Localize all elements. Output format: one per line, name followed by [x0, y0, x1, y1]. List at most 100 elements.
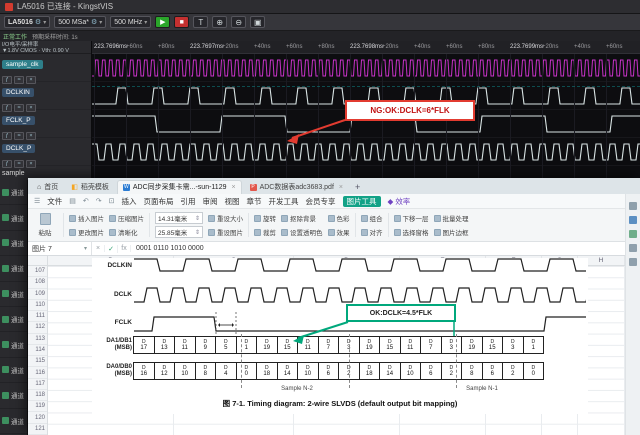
row-header[interactable]: 116 [28, 367, 47, 379]
row-header[interactable]: 108 [28, 277, 47, 289]
tab-home[interactable]: ⌂ 首页 [32, 181, 63, 194]
function-icon[interactable]: ƒ [2, 160, 12, 168]
clear-icon[interactable]: × [26, 76, 36, 84]
sidebar-icon[interactable] [629, 258, 637, 266]
row-header[interactable]: 119 [28, 401, 47, 413]
ribbon-button[interactable]: 下移一层 [393, 212, 429, 225]
name-box[interactable]: 图片 7 ▾ [28, 242, 92, 255]
size-field[interactable]: 14.31毫米 ⇕ [155, 212, 203, 224]
ribbon-button[interactable]: 重设大小 [208, 212, 243, 225]
trigger-button[interactable]: T [193, 16, 209, 28]
row-header[interactable]: 109 [28, 289, 47, 300]
menu-file[interactable]: 文件 [47, 196, 62, 207]
channel-label[interactable]: FCLK_P [2, 116, 35, 125]
channel-strip-item[interactable]: 通道 [0, 409, 27, 434]
waveform-icon[interactable]: ≈ [14, 76, 24, 84]
ribbon-button[interactable]: 色彩 [327, 212, 350, 225]
waveform-area[interactable]: NG:OK:DCLK=6*FLK [92, 54, 640, 180]
start-capture-button[interactable]: ▶ [155, 16, 171, 28]
document-tab[interactable]: P ADC数据表adc3683.pdf × [245, 181, 348, 194]
zoom-fit-button[interactable]: ▣ [250, 16, 266, 28]
ribbon-button[interactable]: 设置透明色 [281, 226, 323, 239]
channel-strip-item[interactable]: 通道 [0, 180, 27, 206]
ribbon-button[interactable]: 选择窗格 [393, 226, 429, 239]
ribbon-button[interactable]: 裁剪 [254, 226, 276, 239]
menu-item[interactable]: 插入 [122, 196, 137, 207]
ribbon-button[interactable]: 抠除背景 [281, 212, 323, 225]
redo-icon[interactable]: ↷ [96, 197, 102, 205]
function-icon[interactable]: ƒ [2, 76, 12, 84]
channel-label[interactable]: DCLK_P [2, 144, 36, 153]
waveform-icon[interactable]: ≈ [14, 160, 24, 168]
sidebar-icon[interactable] [629, 230, 637, 238]
ribbon-button[interactable]: 旋转 [254, 212, 276, 225]
channel-strip-item[interactable]: 通道 [0, 383, 27, 409]
sidebar-icon[interactable] [629, 216, 637, 224]
row-header[interactable]: 117 [28, 379, 47, 390]
sheet-area[interactable]: BCDEFGH 10710810911011111211311411511611… [28, 256, 640, 435]
row-header[interactable]: 111 [28, 311, 47, 323]
time-ruler[interactable]: 223.7696ms +60ns +80ns 223.7697ms +20ns +40ns… [92, 41, 640, 54]
menu-item[interactable]: 页面布局 [144, 196, 174, 207]
row-header[interactable]: 113 [28, 334, 47, 345]
row-header[interactable]: 114 [28, 345, 47, 357]
size-field[interactable]: 25.85毫米 ⇕ [155, 226, 203, 238]
stop-capture-button[interactable]: ■ [174, 16, 190, 28]
channel-strip-item[interactable]: 通道 [0, 256, 27, 282]
ribbon-button[interactable]: 效果 [327, 226, 350, 239]
formula-content[interactable]: 0001 0110 1010 0000 [131, 245, 209, 252]
menu-item[interactable]: 会员专享 [306, 196, 336, 207]
channel-strip-item[interactable]: 通道 [0, 205, 27, 231]
la-titlebar[interactable]: LA5016 已连接 - KingstVIS [0, 0, 640, 14]
row-header[interactable]: 112 [28, 322, 47, 334]
sample-rate-select[interactable]: 500 MSa* ⚙ ▾ [54, 16, 107, 28]
paste-button[interactable]: 粘贴 [32, 211, 58, 239]
save-icon[interactable]: ▤ [69, 197, 76, 205]
row-header[interactable]: 110 [28, 300, 47, 312]
function-icon[interactable]: ƒ [2, 132, 12, 140]
row-header[interactable]: 118 [28, 390, 47, 402]
row-header[interactable]: 115 [28, 356, 47, 368]
channel-strip-item[interactable]: 通道 [0, 282, 27, 307]
ribbon-button[interactable]: 对齐 [360, 226, 383, 239]
channel-strip-item[interactable]: 通道 [0, 358, 27, 384]
ribbon-button[interactable]: 压缩图片 [109, 212, 144, 225]
ribbon-button[interactable]: 更改图片 [69, 226, 104, 239]
ribbon-button[interactable]: 清晰化 [109, 226, 144, 239]
row-header[interactable]: 107 [28, 266, 47, 278]
close-icon[interactable]: × [339, 184, 343, 191]
menu-item[interactable]: 视图 [225, 196, 240, 207]
device-select[interactable]: LA5016 ⚙ ▾ [4, 16, 51, 28]
select-all-corner[interactable] [28, 256, 48, 265]
ribbon-button[interactable]: 图片边框 [433, 226, 469, 239]
new-tab-button[interactable]: + [351, 182, 364, 194]
channel-strip-item[interactable]: 通道 [0, 231, 27, 257]
close-icon[interactable]: × [231, 184, 235, 191]
row-header[interactable]: 121 [28, 424, 47, 435]
gear-icon[interactable]: ⚙ [91, 18, 97, 26]
document-tab[interactable]: W ADC同步采集卡需...-sun-1129 × [116, 180, 242, 194]
channel-strip-item[interactable]: 通道 [0, 307, 27, 333]
menu-efficiency[interactable]: ◆ 效率 [388, 196, 411, 207]
function-icon[interactable]: ƒ [2, 104, 12, 112]
menu-item[interactable]: 开发工具 [269, 196, 299, 207]
ribbon-button[interactable]: 组合 [360, 212, 383, 225]
channel-label[interactable]: DCLKIN [2, 88, 34, 97]
menu-item[interactable]: 章节 [247, 196, 262, 207]
undo-icon[interactable]: ↶ [83, 197, 89, 205]
fx-button[interactable]: fx [118, 245, 131, 252]
cancel-button[interactable]: × [92, 245, 105, 252]
ribbon-button[interactable]: 重设图片 [208, 226, 243, 239]
menu-picture-tools[interactable]: 图片工具 [342, 195, 381, 207]
ribbon-button[interactable]: 批量处理 [433, 212, 469, 225]
hamburger-icon[interactable]: ☰ [34, 197, 40, 205]
clear-icon[interactable]: × [26, 104, 36, 112]
zoom-out-button[interactable]: ⊖ [231, 16, 247, 28]
channel-panel-header[interactable]: I/O电平/采样率 ▼1.8V CMOS · Vth: 0.90 V [0, 41, 91, 54]
enter-button[interactable]: ✓ [105, 244, 118, 253]
sidebar-icon[interactable] [629, 202, 637, 210]
gear-icon[interactable]: ⚙ [35, 18, 41, 26]
channel-strip-item[interactable]: 通道 [0, 332, 27, 358]
print-icon[interactable]: ⊡ [109, 197, 115, 205]
waveform-icon[interactable]: ≈ [14, 104, 24, 112]
